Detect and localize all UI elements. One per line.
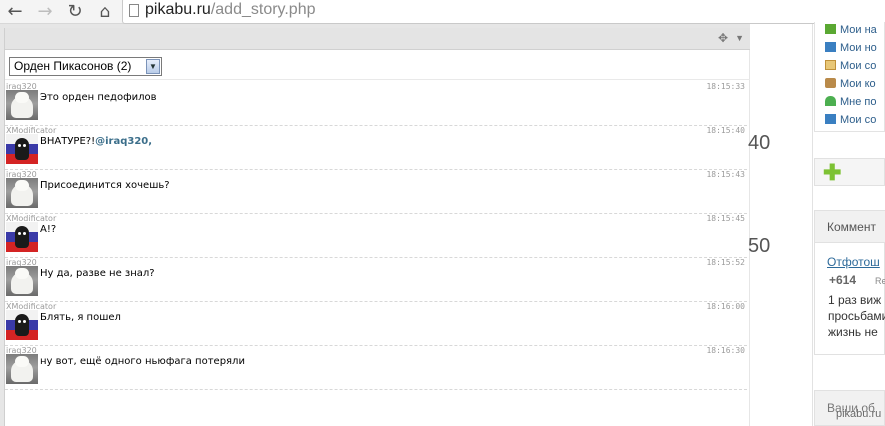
comment-reply-link[interactable]: Re	[875, 276, 885, 286]
comments-header: Коммент	[815, 211, 885, 243]
divider	[5, 79, 750, 80]
room-select-value: Орден Пикасонов (2)	[14, 59, 132, 73]
reload-icon[interactable]: ↻	[64, 2, 86, 22]
message-text: А!?	[40, 224, 57, 235]
skull-flag-avatar	[6, 222, 38, 252]
chat-window: ✥ ▼ Орден Пикасонов (2) ▼ iraq320 18:15:…	[4, 28, 750, 426]
message-time: 18:15:52	[706, 258, 745, 267]
comment-author-link[interactable]: Отфотош	[827, 255, 880, 269]
chat-message: XModificator 18:15:40 ВНАТУРЕ?!@iraq320,	[5, 126, 747, 170]
room-select[interactable]: Орден Пикасонов (2) ▼	[9, 57, 162, 76]
home-icon[interactable]: ⌂	[94, 2, 116, 22]
chat-message: iraq320 18:15:52 Ну да, разве не знал?	[5, 258, 747, 302]
page-icon	[129, 4, 139, 17]
message-text: Блять, я пошел	[40, 312, 121, 323]
back-arrow-icon[interactable]: ←	[4, 2, 26, 22]
polar-bear-avatar	[6, 178, 38, 208]
link-my-comments[interactable]: Мои ко	[825, 78, 876, 90]
link-my-posts[interactable]: Мои на	[825, 24, 877, 36]
monitor-icon	[825, 42, 836, 52]
message-text: Это орден педофилов	[40, 92, 157, 103]
chevron-down-icon[interactable]: ▼	[146, 59, 160, 74]
comments-panel: Коммент Отфотош +614 Re 1 раз виж просьб…	[814, 210, 885, 355]
counter-number: 40	[748, 132, 771, 154]
polar-bear-avatar	[6, 90, 38, 120]
user-mention[interactable]: @iraq320,	[95, 136, 152, 147]
message-time: 18:15:45	[706, 214, 745, 223]
link-my-news[interactable]: Мои но	[825, 42, 877, 54]
plus-icon: ✚	[823, 160, 842, 185]
comments-title: Коммент	[827, 220, 876, 234]
comment-text-line: 1 раз виж	[828, 293, 882, 307]
chat-window-header: ✥ ▼	[5, 28, 750, 50]
url-text: pikabu.ru/add_story.php	[145, 1, 316, 19]
link-liked[interactable]: Мне по	[825, 96, 877, 108]
skull-flag-avatar	[6, 134, 38, 164]
link-label: Мои но	[840, 42, 877, 54]
message-text: ну вот, ещё одного ньюфага потеряли	[40, 356, 245, 367]
address-bar[interactable]: pikabu.ru/add_story.php	[122, 0, 885, 24]
url-path: /add_story.php	[210, 1, 316, 18]
forward-arrow-icon[interactable]: →	[34, 2, 56, 22]
message-text: Присоединится хочешь?	[40, 180, 170, 191]
divider	[812, 24, 813, 426]
comment-score: +614	[829, 273, 857, 287]
link-label: Мои со	[840, 114, 877, 126]
user-links-panel: Мои на Мои но Мои со Мои ко Мне по Мои с…	[814, 22, 885, 132]
message-time: 18:15:33	[706, 82, 745, 91]
url-domain: pikabu.ru	[145, 1, 211, 18]
message-text: ВНАТУРЕ?!@iraq320,	[40, 136, 152, 147]
browser-toolbar: ← → ↻ ⌂ pikabu.ru/add_story.php	[0, 0, 885, 24]
chat-message: iraq320 18:15:43 Присоединится хочешь?	[5, 170, 747, 214]
floppy-icon	[825, 114, 836, 124]
message-time: 18:16:30	[706, 346, 745, 355]
comment-text-line: просьбами	[828, 309, 885, 323]
chat-message: XModificator 18:15:45 А!?	[5, 214, 747, 258]
message-time: 18:15:40	[706, 126, 745, 135]
polar-bear-avatar	[6, 354, 38, 384]
thumb-up-icon	[825, 96, 836, 106]
move-icon[interactable]: ✥	[718, 31, 728, 45]
comment-text-line: жизнь не	[828, 325, 878, 339]
chat-message: iraq320 18:16:30 ну вот, ещё одного ньюф…	[5, 346, 747, 390]
message-text-body: ВНАТУРЕ?!	[40, 136, 96, 147]
link-label: Мои на	[840, 24, 877, 36]
link-my-messages[interactable]: Мои со	[825, 60, 876, 72]
message-time: 18:16:00	[706, 302, 745, 311]
counter-number: 50	[748, 235, 771, 257]
message-text: Ну да, разве не знал?	[40, 268, 155, 279]
add-post-button[interactable]: ✚	[814, 158, 885, 186]
envelope-icon	[825, 60, 836, 70]
chat-message: iraq320 18:15:33 Это орден педофилов	[5, 82, 747, 126]
polar-bear-avatar	[6, 266, 38, 296]
link-my-saved[interactable]: Мои со	[825, 114, 876, 126]
link-label: Мои со	[840, 60, 877, 72]
chat-message: XModificator 18:16:00 Блять, я пошел	[5, 302, 747, 346]
link-label: Мне по	[840, 96, 877, 108]
link-label: Мои ко	[840, 78, 876, 90]
star-icon	[825, 24, 836, 34]
watermark-logo: pikabu.ru	[836, 408, 882, 420]
message-time: 18:15:43	[706, 170, 745, 179]
menu-arrow-icon[interactable]: ▼	[735, 33, 744, 43]
comment-icon	[825, 78, 836, 88]
skull-flag-avatar	[6, 310, 38, 340]
